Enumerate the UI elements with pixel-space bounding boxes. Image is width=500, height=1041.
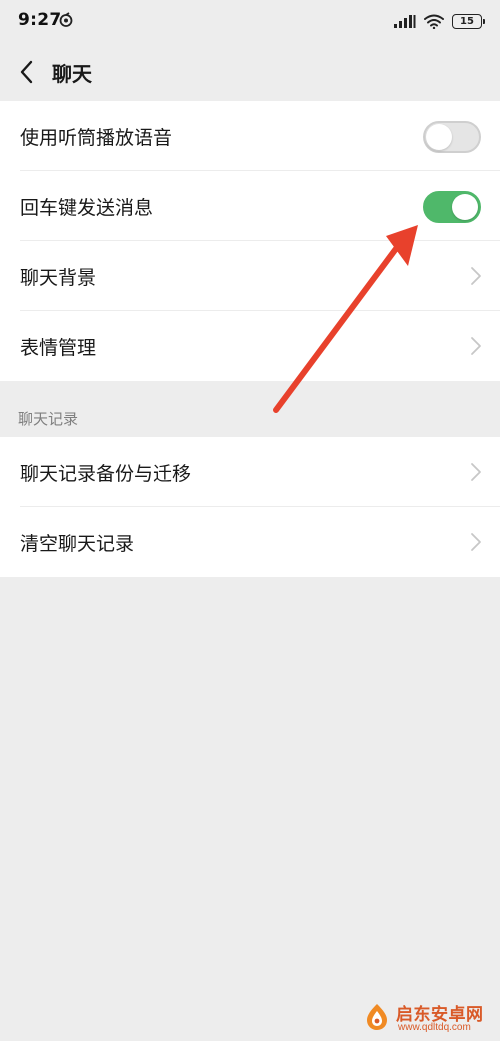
setting-label-chat-background: 聊天背景: [20, 266, 97, 289]
wifi-icon: [424, 14, 444, 29]
battery-icon: 15: [452, 13, 485, 29]
section-header-chat-history: 聊天记录: [18, 410, 79, 428]
status-icons: 15: [394, 11, 485, 31]
status-bar: 9:27 15: [0, 0, 500, 44]
toggle-knob: [426, 124, 452, 150]
battery-level: 15: [460, 15, 474, 27]
setting-row-backup-migrate[interactable]: 聊天记录备份与迁移: [0, 437, 500, 507]
setting-label-backup-migrate: 聊天记录备份与迁移: [20, 462, 192, 485]
notification-app-icon: [59, 12, 73, 27]
signal-bars-icon: [394, 15, 416, 28]
site-watermark: 启东安卓网 www.qdltdq.com: [360, 999, 496, 1037]
setting-row-sticker-management[interactable]: 表情管理: [0, 311, 500, 381]
chevron-right-icon: [471, 337, 481, 355]
enter-to-send-toggle[interactable]: [423, 191, 481, 223]
setting-row-use-earpiece[interactable]: 使用听筒播放语音: [0, 101, 500, 171]
chevron-right-icon: [471, 533, 481, 551]
setting-label-clear-history: 清空聊天记录: [20, 532, 135, 555]
setting-label-use-earpiece: 使用听筒播放语音: [20, 126, 173, 149]
setting-row-enter-to-send[interactable]: 回车键发送消息: [0, 171, 500, 241]
setting-label-sticker-management: 表情管理: [20, 336, 97, 359]
toggle-knob: [452, 194, 478, 220]
status-time: 9:27: [18, 10, 62, 30]
setting-label-enter-to-send: 回车键发送消息: [20, 196, 154, 219]
setting-row-chat-background[interactable]: 聊天背景: [0, 241, 500, 311]
chevron-right-icon: [471, 463, 481, 481]
nav-bar: 聊天: [0, 44, 500, 100]
page-title: 聊天: [52, 62, 92, 86]
watermark-logo-icon: [367, 1004, 387, 1030]
setting-row-clear-history[interactable]: 清空聊天记录: [0, 507, 500, 577]
chat-settings-group: 使用听筒播放语音 回车键发送消息 聊天背景 表情管理: [0, 101, 500, 381]
watermark-url: www.qdltdq.com: [398, 1022, 471, 1033]
back-button[interactable]: [8, 52, 44, 92]
chat-history-group: 聊天记录备份与迁移 清空聊天记录: [0, 437, 500, 577]
chevron-right-icon: [471, 267, 481, 285]
use-earpiece-toggle[interactable]: [423, 121, 481, 153]
chevron-left-icon: [20, 60, 33, 84]
